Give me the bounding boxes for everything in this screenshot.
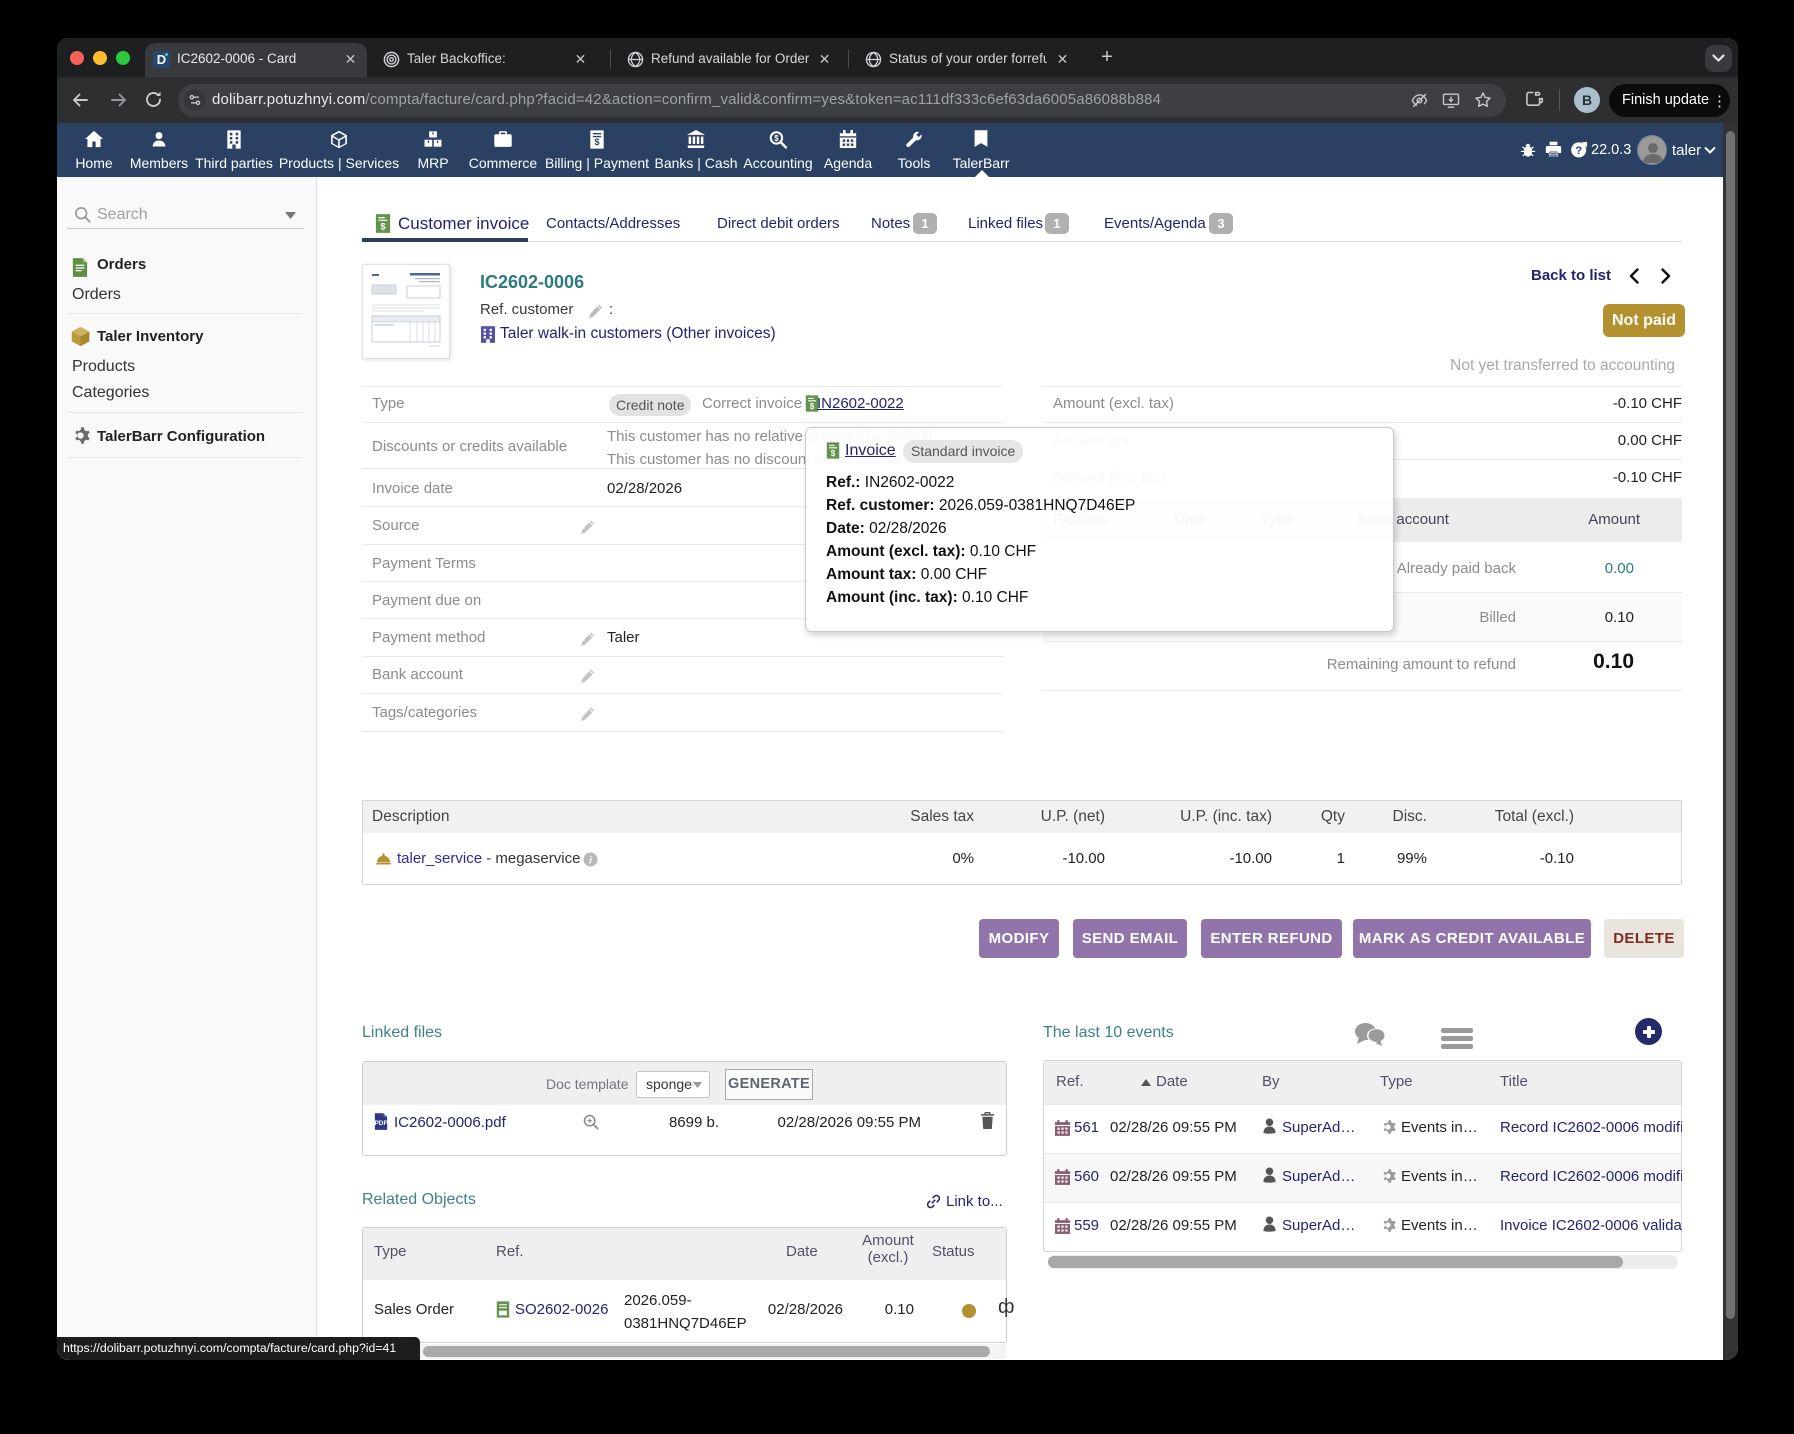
svg-text:PDF: PDF <box>374 1120 387 1127</box>
svg-text:$: $ <box>810 402 815 411</box>
svg-text:$: $ <box>831 449 836 458</box>
svg-text:$: $ <box>380 222 386 232</box>
